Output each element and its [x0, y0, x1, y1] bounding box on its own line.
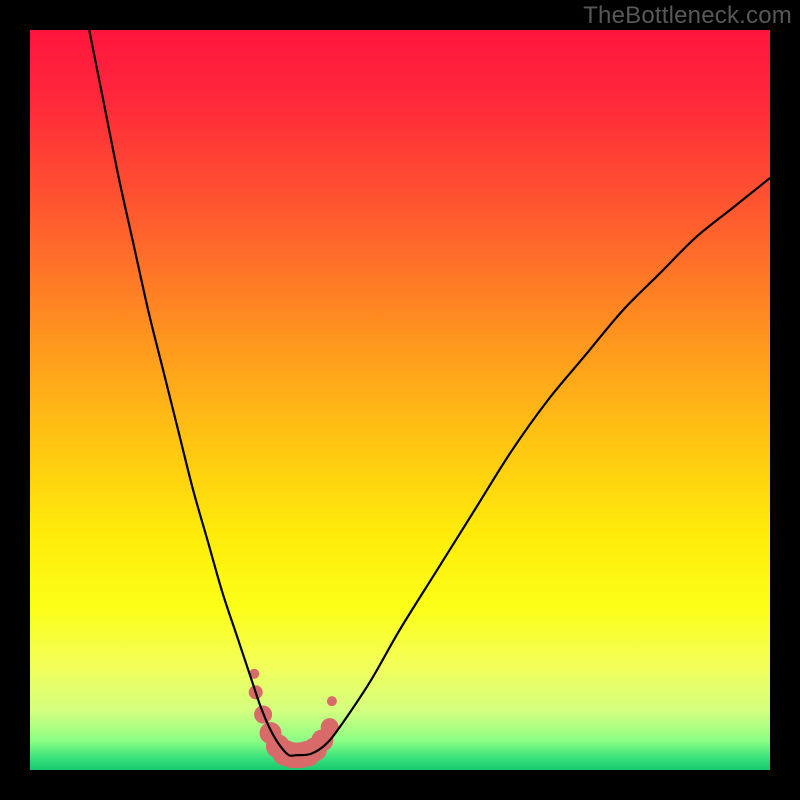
chart-background — [30, 30, 770, 770]
highlight-marker-end — [327, 696, 337, 706]
chart-frame — [30, 30, 770, 770]
bottleneck-chart — [30, 30, 770, 770]
watermark-text: TheBottleneck.com — [583, 2, 792, 30]
